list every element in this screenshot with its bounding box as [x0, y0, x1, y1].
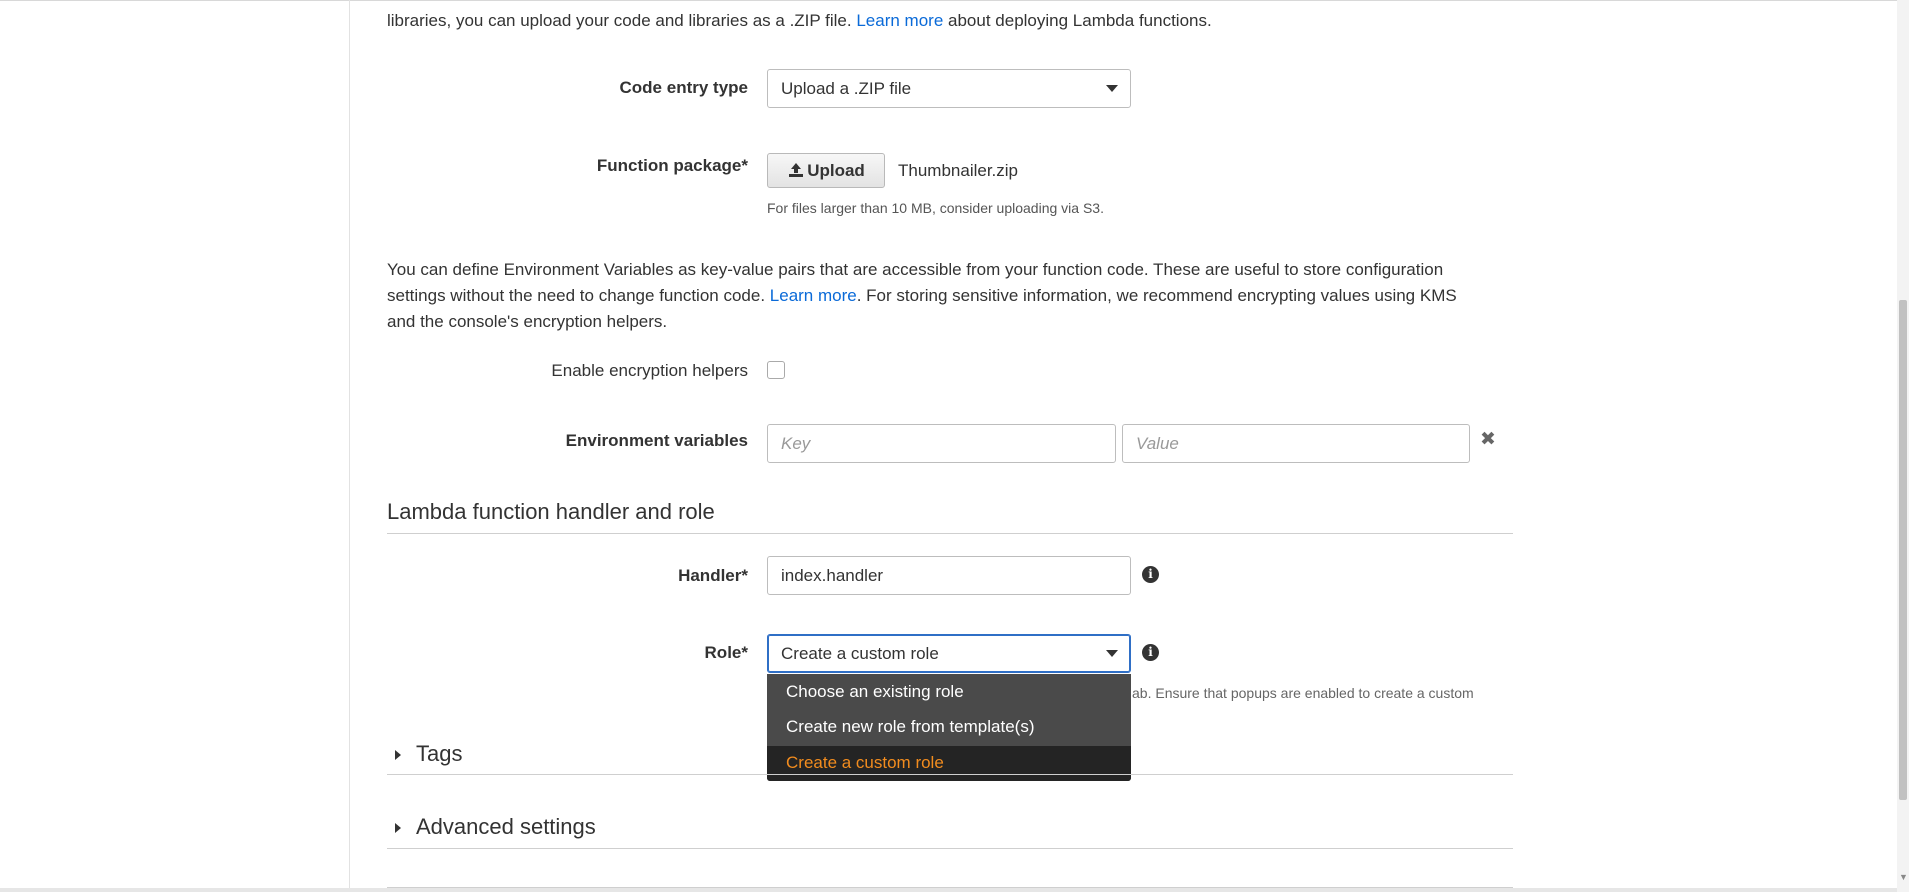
section-divider [387, 774, 1513, 775]
env-intro-line2: settings without the need to change func… [387, 283, 1457, 309]
env-intro-line1: You can define Environment Variables as … [387, 260, 1444, 279]
env-value-placeholder: Value [1136, 434, 1179, 453]
role-option-template[interactable]: Create new role from template(s) [767, 710, 1131, 746]
top-divider [0, 0, 1909, 1]
code-entry-type-select[interactable]: Upload a .ZIP file [767, 69, 1131, 108]
handler-label: Handler* [678, 566, 748, 585]
upload-button-label: Upload [807, 161, 865, 180]
role-option-existing[interactable]: Choose an existing role [767, 674, 1131, 710]
intro-text-end: about deploying Lambda functions. [948, 11, 1212, 30]
upload-size-hint: For files larger than 10 MB, consider up… [767, 200, 1104, 216]
role-select[interactable]: Create a custom role [767, 634, 1131, 673]
role-select-value: Create a custom role [781, 644, 939, 663]
env-key-placeholder: Key [781, 434, 811, 453]
scroll-down-arrow-icon[interactable]: ▼ [1899, 872, 1908, 882]
handler-value: index.handler [781, 566, 884, 585]
env-intro-line2-end: . For storing sensitive information, we … [856, 286, 1457, 305]
uploaded-file-name: Thumbnailer.zip [898, 161, 1019, 180]
handler-input[interactable]: index.handler [767, 556, 1131, 595]
content-left-border [349, 0, 350, 892]
intro-text: libraries, you can upload your code and … [387, 11, 852, 30]
tags-section-toggle[interactable]: Tags [416, 741, 462, 767]
section-divider [387, 533, 1513, 534]
scrollbar-thumb[interactable] [1899, 300, 1907, 800]
env-vars-intro: You can define Environment Variables as … [387, 257, 1457, 335]
role-options-dropdown: Choose an existing role Create new role … [767, 674, 1131, 781]
section-divider [387, 848, 1513, 849]
info-icon[interactable]: i [1142, 566, 1159, 583]
upload-button[interactable]: Upload [767, 153, 885, 188]
role-label: Role* [704, 643, 748, 662]
upload-icon [789, 163, 804, 177]
advanced-settings-toggle[interactable]: Advanced settings [416, 814, 596, 840]
chevron-down-icon [1106, 85, 1118, 92]
env-key-input[interactable]: Key [767, 424, 1116, 463]
code-entry-type-label: Code entry type [619, 78, 748, 97]
env-intro-line3: and the console's encryption helpers. [387, 312, 668, 331]
remove-variable-icon[interactable]: ✖ [1480, 430, 1496, 450]
learn-more-deploy-link[interactable]: Learn more [856, 11, 943, 30]
chevron-down-icon [1106, 650, 1118, 657]
encryption-helpers-checkbox[interactable] [767, 361, 785, 379]
intro-paragraph: libraries, you can upload your code and … [387, 8, 1212, 34]
code-entry-type-value: Upload a .ZIP file [781, 79, 912, 98]
expand-triangle-icon[interactable] [395, 750, 401, 760]
expand-triangle-icon[interactable] [395, 823, 401, 833]
handler-section-title: Lambda function handler and role [387, 499, 715, 524]
environment-variables-label: Environment variables [565, 431, 748, 450]
encryption-helpers-label: Enable encryption helpers [551, 361, 748, 380]
function-package-label: Function package* [596, 156, 748, 175]
env-intro-line2-start: settings without the need to change func… [387, 286, 766, 305]
role-hint-text: ab. Ensure that popups are enabled to cr… [1132, 685, 1474, 701]
env-value-input[interactable]: Value [1122, 424, 1470, 463]
info-icon[interactable]: i [1142, 644, 1159, 661]
learn-more-env-link[interactable]: Learn more [770, 286, 857, 305]
bottom-edge [0, 888, 1900, 892]
role-option-custom[interactable]: Create a custom role [767, 746, 1131, 781]
